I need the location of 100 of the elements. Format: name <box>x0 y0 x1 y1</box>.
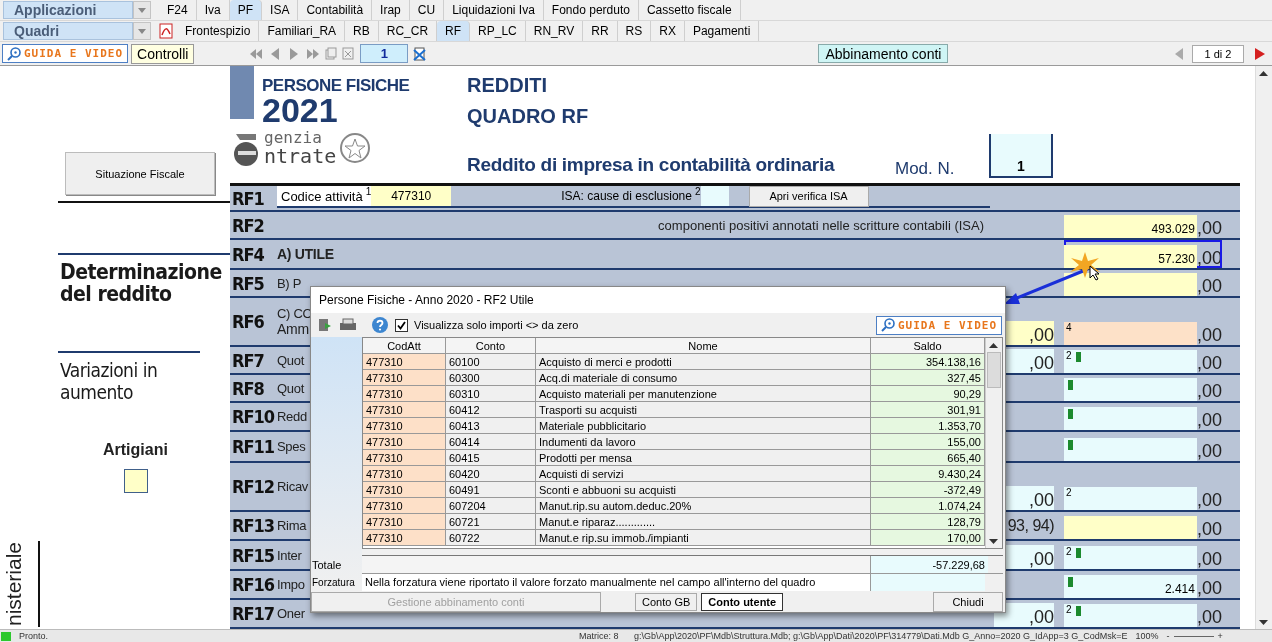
page-number-field[interactable]: 1 <box>360 44 409 63</box>
zoom-in-button[interactable]: + <box>1217 631 1223 641</box>
app-tab[interactable]: Cassetto fiscale <box>638 0 741 20</box>
app-tab[interactable]: Irap <box>372 0 410 20</box>
column-header[interactable]: CodAtt <box>363 338 446 355</box>
form-tab[interactable]: RF <box>437 21 471 41</box>
table-cell: 60491 <box>446 482 536 499</box>
verify-isa-button[interactable]: Apri verifica ISA <box>748 185 869 207</box>
module-number-field[interactable]: 1 <box>989 134 1053 178</box>
table-cell: 1.353,70 <box>871 418 985 435</box>
amount-field[interactable]: 2 <box>1064 487 1197 510</box>
export-icon[interactable] <box>317 317 333 334</box>
amount-field[interactable]: 2 <box>1064 604 1197 627</box>
form-tab[interactable]: RN_RV <box>525 21 584 41</box>
form-tab[interactable]: RB <box>345 21 379 41</box>
app-tab[interactable]: CU <box>409 0 445 20</box>
app-selector[interactable]: Applicazioni <box>3 1 133 19</box>
row-label: Spes <box>277 439 306 454</box>
scroll-thumb[interactable] <box>987 352 1001 389</box>
amount-field[interactable] <box>1064 438 1197 461</box>
field-label: Codice attività <box>281 188 363 204</box>
app-tab[interactable]: Contabilità <box>298 0 373 20</box>
controls-button[interactable]: Controlli <box>131 43 195 64</box>
view-tab[interactable]: Conto GB <box>635 592 698 611</box>
agency-name: ntrate <box>264 146 337 166</box>
app-tab[interactable]: Iva <box>196 0 230 20</box>
decimals-label: ,00 <box>1196 325 1222 345</box>
amount-field[interactable]: 2 <box>1064 350 1197 373</box>
table-cell: 60415 <box>446 450 536 467</box>
previous-icon[interactable] <box>1174 46 1184 61</box>
row-code: RF11 <box>231 436 276 457</box>
amount-field[interactable]: 4 <box>1064 322 1197 345</box>
column-header[interactable]: Conto <box>446 338 536 355</box>
amount-field[interactable]: 57.230 <box>1064 245 1197 268</box>
app-tab[interactable]: F24 <box>159 0 197 20</box>
last-page-icon[interactable] <box>306 47 321 60</box>
app-tab[interactable]: ISA <box>262 0 299 20</box>
amount-field[interactable]: 2.414 <box>1064 575 1197 598</box>
table-cell: 477310 <box>363 482 446 499</box>
year-title: 2021 <box>262 95 339 125</box>
clear-page-icon[interactable] <box>413 46 428 61</box>
decimals-label: ,00 <box>1196 607 1222 627</box>
amount-field[interactable]: ,00 <box>994 603 1054 627</box>
scrollbar[interactable] <box>985 338 1002 549</box>
form-tab[interactable]: RS <box>617 21 652 41</box>
table-cell: 477310 <box>363 466 446 483</box>
column-header[interactable]: Saldo <box>871 338 985 355</box>
row-label: Redd <box>277 409 307 424</box>
tax-status-button[interactable]: Situazione Fiscale <box>65 152 215 195</box>
help-icon[interactable] <box>371 316 389 335</box>
pdf-icon[interactable] <box>159 23 173 39</box>
flag-icon <box>1076 548 1081 558</box>
table-cell: 60413 <box>446 418 536 435</box>
row-code: RF6 <box>231 311 265 332</box>
form-tab[interactable]: RX <box>651 21 685 41</box>
table-cell: 60310 <box>446 386 536 403</box>
activity-code-field[interactable]: 477310 <box>371 186 452 206</box>
account-matching-button[interactable]: Abbinamento conti <box>818 44 949 63</box>
row-label: Quot <box>277 380 304 396</box>
amount-field[interactable] <box>1064 516 1197 539</box>
amount-field[interactable] <box>1064 273 1197 296</box>
amount-field[interactable]: 493.029 <box>1064 215 1197 238</box>
form-tab[interactable]: Pagamenti <box>684 21 760 41</box>
copy-icon[interactable] <box>325 47 338 60</box>
app-tab[interactable]: PF <box>229 0 263 20</box>
decimals-label: ,00 <box>1196 578 1222 598</box>
scrollbar[interactable] <box>1255 66 1272 629</box>
row-code: RF15 <box>231 544 276 566</box>
form-tab[interactable]: RP_LC <box>470 21 526 41</box>
row-label: B) P <box>277 275 302 291</box>
app-tab[interactable]: Liquidazioni Iva <box>444 0 544 20</box>
section-selector[interactable]: Quadri <box>3 22 133 40</box>
form-tab[interactable]: RR <box>583 21 618 41</box>
row-label: Impo <box>277 577 305 592</box>
zoom-out-button[interactable]: - <box>1166 631 1170 641</box>
close-button[interactable]: Chiudi <box>933 591 1003 612</box>
form-tab[interactable]: Frontespizio <box>177 21 260 41</box>
row-label: Ricav <box>277 479 308 494</box>
table-cell: Trasporti su acquisti <box>536 402 871 419</box>
row-code: RF5 <box>231 272 265 294</box>
table-cell: 477310 <box>363 498 446 515</box>
amount-field[interactable] <box>1064 378 1197 401</box>
dropdown-caret-icon[interactable] <box>133 1 151 19</box>
table-cell: 60100 <box>446 354 536 371</box>
first-page-icon[interactable] <box>249 47 264 60</box>
view-tab[interactable]: Conto utente <box>701 592 784 611</box>
override-field[interactable] <box>871 574 985 592</box>
exclusion-field[interactable] <box>700 186 729 206</box>
app-tab[interactable]: Fondo perduto <box>543 0 639 20</box>
dropdown-caret-icon[interactable] <box>133 22 151 40</box>
agency-name: genzia <box>264 130 323 146</box>
artisans-checkbox[interactable] <box>124 469 148 493</box>
delete-page-icon[interactable] <box>342 47 355 60</box>
amount-field[interactable]: 2 <box>1064 546 1197 569</box>
form-tab[interactable]: Familiari_RA <box>259 21 346 41</box>
filter-checkbox[interactable] <box>395 318 408 332</box>
next-icon[interactable] <box>1254 46 1266 61</box>
table-cell: Manut.rip.su autom.deduc.20% <box>536 498 871 515</box>
amount-field[interactable] <box>1064 407 1197 430</box>
column-header[interactable]: Nome <box>536 338 871 355</box>
